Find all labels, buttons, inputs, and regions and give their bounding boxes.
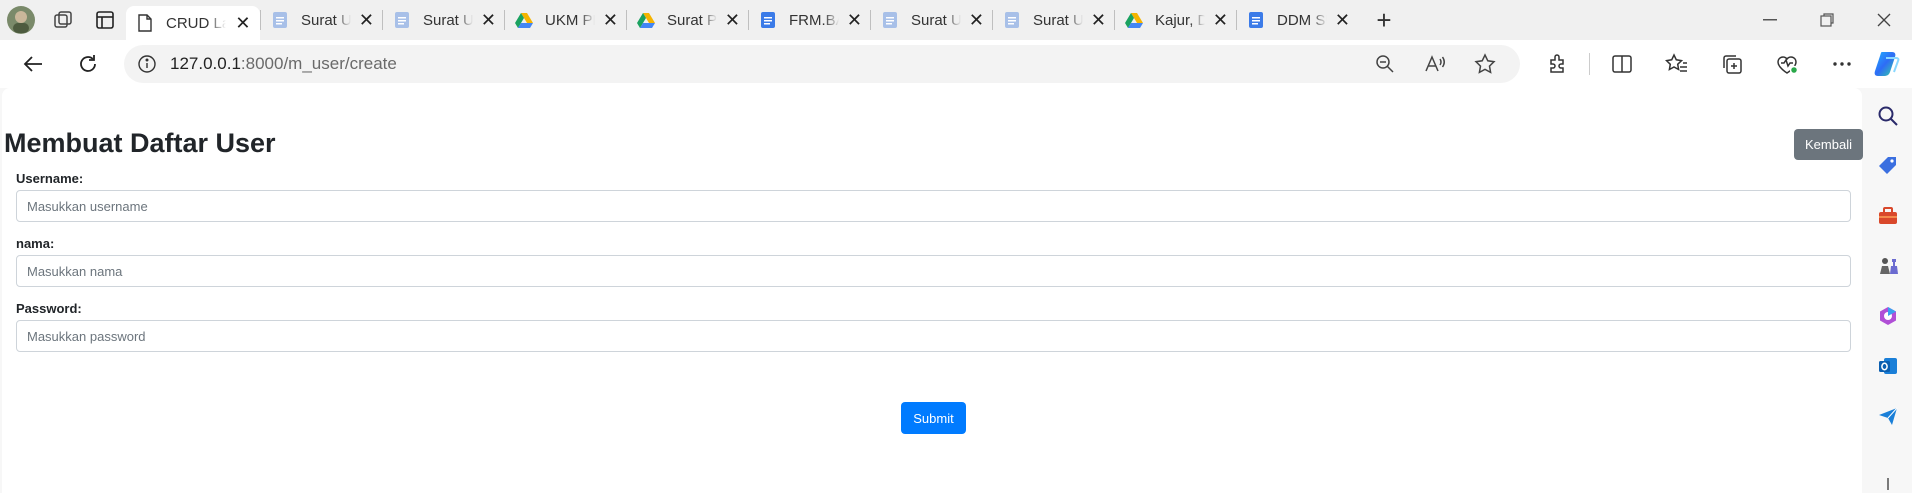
username-input[interactable]: Masukkan username	[16, 190, 1851, 222]
url-text: 127.0.0.1:8000/m_user/create	[170, 54, 397, 74]
password-input[interactable]: Masukkan password	[16, 320, 1851, 352]
refresh-icon[interactable]	[66, 44, 110, 84]
close-window-icon[interactable]	[1855, 0, 1912, 40]
docs-icon	[271, 11, 289, 29]
edge-sidebar	[1864, 88, 1912, 493]
new-tab-button[interactable]: +	[1364, 4, 1404, 36]
back-arrow-icon[interactable]	[11, 44, 55, 84]
tab-title: Surat Und	[1033, 11, 1083, 29]
tab-title: Surat Und	[911, 11, 961, 29]
browser-toolbar: 127.0.0.1:8000/m_user/create	[0, 40, 1912, 88]
workspaces-icon[interactable]	[42, 0, 84, 40]
docs-icon	[1003, 11, 1021, 29]
add-sidebar-icon[interactable]	[1872, 476, 1904, 490]
tab-close-icon[interactable]: ✕	[1213, 10, 1228, 30]
tab-3[interactable]: Surat Und ✕	[383, 4, 504, 36]
page-content: Membuat Daftar User Kembali Username: Ma…	[2, 88, 1863, 493]
profile-avatar-icon[interactable]	[0, 0, 42, 40]
vertical-tabs-icon[interactable]	[84, 0, 126, 40]
tab-title: FRM.BAA.	[789, 11, 839, 29]
nama-input[interactable]: Masukkan nama	[16, 255, 1851, 287]
tab-close-icon[interactable]: ✕	[1335, 10, 1350, 30]
drive-icon	[515, 11, 533, 29]
microsoft-365-icon[interactable]	[1872, 300, 1904, 332]
zoom-out-icon[interactable]	[1360, 45, 1410, 83]
tab-title: Surat Und	[423, 11, 473, 29]
drive-icon	[637, 11, 655, 29]
tab-close-icon[interactable]: ✕	[969, 10, 984, 30]
minimize-icon[interactable]	[1741, 0, 1798, 40]
tab-close-icon[interactable]: ✕	[603, 10, 618, 30]
outlook-icon[interactable]	[1872, 350, 1904, 382]
copilot-icon[interactable]	[1872, 48, 1904, 80]
nama-field-group: nama: Masukkan nama	[16, 236, 1851, 287]
tab-title: DDM SUR	[1277, 11, 1327, 29]
search-icon[interactable]	[1872, 100, 1904, 132]
tab-1[interactable]: CRUD Lar ✕	[126, 6, 260, 40]
tab-title: Kajur, DPA	[1155, 11, 1205, 29]
read-aloud-icon[interactable]	[1410, 45, 1460, 83]
shopping-tag-icon[interactable]	[1872, 150, 1904, 182]
tab-2[interactable]: Surat Und ✕	[261, 4, 382, 36]
docs-icon	[393, 11, 411, 29]
tab-7[interactable]: Surat Und ✕	[871, 4, 992, 36]
games-icon[interactable]	[1872, 250, 1904, 282]
password-field-group: Password: Masukkan password	[16, 301, 1851, 352]
split-screen-icon[interactable]	[1594, 44, 1649, 84]
tab-9[interactable]: Kajur, DPA ✕	[1115, 4, 1236, 36]
tab-4[interactable]: UKM PLFM ✕	[505, 4, 626, 36]
kembali-button[interactable]: Kembali	[1794, 129, 1863, 160]
tab-title: Surat Pem	[667, 11, 717, 29]
page-title: Membuat Daftar User	[4, 128, 276, 158]
tab-title: Surat Und	[301, 11, 351, 29]
tab-close-icon[interactable]: ✕	[847, 10, 862, 30]
username-field-group: Username: Masukkan username	[16, 171, 1851, 222]
tab-close-icon[interactable]: ✕	[1091, 10, 1106, 30]
tab-5[interactable]: Surat Pem ✕	[627, 4, 748, 36]
tab-strip: CRUD Lar✕Surat Und✕Surat Und✕UKM PLFM✕Su…	[0, 0, 1912, 40]
tab-6[interactable]: FRM.BAA. ✕	[749, 4, 870, 36]
gdocs-icon	[1247, 11, 1265, 29]
tab-close-icon[interactable]: ✕	[359, 10, 374, 30]
restore-icon[interactable]	[1798, 0, 1855, 40]
toolbar-divider	[1589, 53, 1590, 75]
drive-icon	[1125, 11, 1143, 29]
url-host: 127.0.0.1	[170, 54, 241, 73]
nama-label: nama:	[16, 236, 55, 251]
docs-icon	[881, 11, 899, 29]
more-options-icon[interactable]	[1814, 44, 1869, 84]
username-label: Username:	[16, 171, 84, 186]
tab-8[interactable]: Surat Und ✕	[993, 4, 1114, 36]
extensions-icon[interactable]	[1530, 44, 1585, 84]
collections-icon[interactable]	[1704, 44, 1759, 84]
tab-10[interactable]: DDM SUR ✕	[1237, 4, 1358, 36]
submit-button[interactable]: Submit	[901, 402, 966, 434]
favorites-icon[interactable]	[1649, 44, 1704, 84]
tab-close-icon[interactable]: ✕	[481, 10, 496, 30]
url-path: :8000/m_user/create	[240, 54, 397, 73]
gdocs-icon	[759, 11, 777, 29]
site-info-icon[interactable]	[124, 54, 170, 74]
address-bar[interactable]: 127.0.0.1:8000/m_user/create	[124, 45, 1520, 83]
tab-title: UKM PLFM	[545, 11, 595, 29]
tab-title: CRUD Lar	[166, 14, 226, 32]
tab-close-icon[interactable]: ✕	[234, 13, 252, 33]
password-label: Password:	[16, 301, 82, 316]
page-icon	[136, 14, 154, 32]
browser-essentials-icon[interactable]	[1759, 44, 1814, 84]
tools-icon[interactable]	[1872, 200, 1904, 232]
tab-close-icon[interactable]: ✕	[725, 10, 740, 30]
send-icon[interactable]	[1872, 400, 1904, 432]
favorite-star-icon[interactable]	[1460, 45, 1510, 83]
